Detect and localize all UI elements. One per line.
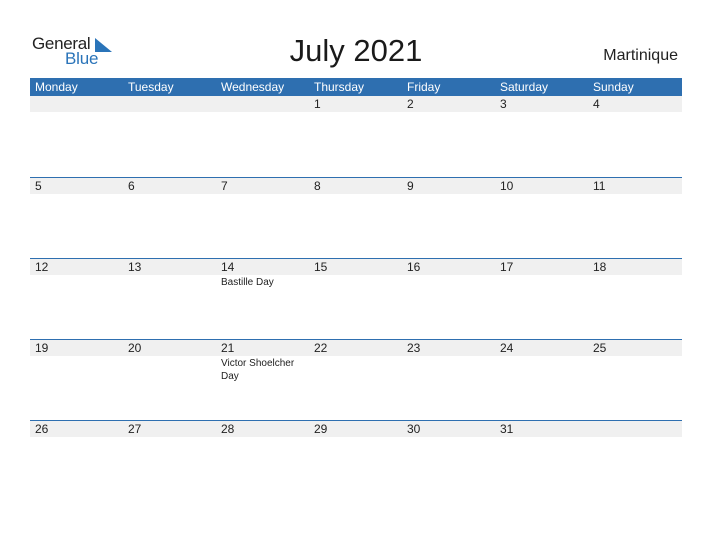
day-number: 29 bbox=[314, 422, 328, 436]
day-cell bbox=[588, 421, 681, 437]
day-cell bbox=[30, 96, 123, 112]
day-cell: 29 bbox=[309, 421, 402, 437]
weekday-header: Monday Tuesday Wednesday Thursday Friday… bbox=[30, 78, 682, 96]
day-number: 6 bbox=[128, 179, 135, 193]
day-number: 5 bbox=[35, 179, 42, 193]
calendar-grid: Monday Tuesday Wednesday Thursday Friday… bbox=[30, 78, 682, 501]
weekday-wednesday: Wednesday bbox=[221, 80, 285, 94]
day-cell: 19 bbox=[30, 340, 123, 383]
day-cell: 16 bbox=[402, 259, 495, 289]
day-number bbox=[35, 96, 123, 112]
day-number: 24 bbox=[500, 341, 514, 355]
holiday-label: Victor Shoelcher Day bbox=[221, 358, 295, 382]
week-row: 1 2 3 4 bbox=[30, 96, 682, 177]
day-number: 18 bbox=[593, 260, 607, 274]
day-cell: 22 bbox=[309, 340, 402, 383]
day-number: 17 bbox=[500, 260, 514, 274]
day-number: 10 bbox=[500, 179, 514, 193]
holiday-label: Bastille Day bbox=[221, 277, 274, 288]
day-number: 3 bbox=[500, 97, 507, 111]
day-cell: 12 bbox=[30, 259, 123, 289]
day-cell: 7 bbox=[216, 178, 309, 194]
day-number bbox=[221, 96, 309, 112]
week-cells: 1 2 3 4 bbox=[30, 96, 682, 112]
day-number: 1 bbox=[314, 97, 321, 111]
week-cells: 26 27 28 29 30 31 bbox=[30, 421, 682, 437]
day-cell: 28 bbox=[216, 421, 309, 437]
day-number: 9 bbox=[407, 179, 414, 193]
week-row: 12 13 14 Bastille Day 15 16 17 18 bbox=[30, 258, 682, 339]
day-number bbox=[593, 421, 681, 437]
day-cell: 5 bbox=[30, 178, 123, 194]
week-cells: 19 20 21 Victor Shoelcher Day 22 23 24 25 bbox=[30, 340, 682, 383]
day-number bbox=[128, 96, 216, 112]
day-number: 28 bbox=[221, 422, 235, 436]
weekday-thursday: Thursday bbox=[314, 80, 365, 94]
day-number: 25 bbox=[593, 341, 607, 355]
day-number: 16 bbox=[407, 260, 421, 274]
day-cell: 17 bbox=[495, 259, 588, 289]
day-number: 20 bbox=[128, 341, 142, 355]
day-number: 11 bbox=[593, 179, 606, 193]
week-cells: 12 13 14 Bastille Day 15 16 17 18 bbox=[30, 259, 682, 289]
week-row: 19 20 21 Victor Shoelcher Day 22 23 24 25 bbox=[30, 339, 682, 420]
day-cell: 11 bbox=[588, 178, 681, 194]
day-cell bbox=[123, 96, 216, 112]
day-number: 27 bbox=[128, 422, 142, 436]
day-number: 22 bbox=[314, 341, 328, 355]
day-cell: 24 bbox=[495, 340, 588, 383]
day-cell: 21 Victor Shoelcher Day bbox=[216, 340, 309, 383]
day-cell: 6 bbox=[123, 178, 216, 194]
weekday-sunday: Sunday bbox=[593, 80, 634, 94]
day-cell: 2 bbox=[402, 96, 495, 112]
day-cell: 10 bbox=[495, 178, 588, 194]
day-number: 19 bbox=[35, 341, 49, 355]
day-number: 23 bbox=[407, 341, 421, 355]
day-number: 13 bbox=[128, 260, 142, 274]
day-cell: 3 bbox=[495, 96, 588, 112]
day-cell: 23 bbox=[402, 340, 495, 383]
day-number: 15 bbox=[314, 260, 328, 274]
week-row: 26 27 28 29 30 31 bbox=[30, 420, 682, 501]
day-cell: 30 bbox=[402, 421, 495, 437]
day-number: 12 bbox=[35, 260, 49, 274]
week-row: 5 6 7 8 9 10 11 bbox=[30, 177, 682, 258]
day-cell: 26 bbox=[30, 421, 123, 437]
day-number: 21 bbox=[221, 341, 235, 355]
day-cell: 4 bbox=[588, 96, 681, 112]
day-cell: 15 bbox=[309, 259, 402, 289]
country-label: Martinique bbox=[603, 47, 678, 64]
day-cell bbox=[216, 96, 309, 112]
day-cell: 27 bbox=[123, 421, 216, 437]
week-cells: 5 6 7 8 9 10 11 bbox=[30, 178, 682, 194]
weeks-container: 1 2 3 4 5 6 7 8 9 10 11 12 13 14 Bastille Day 15 16 17 18 1… bbox=[30, 96, 682, 501]
day-cell: 31 bbox=[495, 421, 588, 437]
day-number: 7 bbox=[221, 179, 228, 193]
day-cell: 20 bbox=[123, 340, 216, 383]
weekday-tuesday: Tuesday bbox=[128, 80, 174, 94]
weekday-friday: Friday bbox=[407, 80, 441, 94]
day-cell: 18 bbox=[588, 259, 681, 289]
day-cell: 14 Bastille Day bbox=[216, 259, 309, 289]
day-number: 8 bbox=[314, 179, 321, 193]
day-cell: 25 bbox=[588, 340, 681, 383]
day-number: 26 bbox=[35, 422, 49, 436]
day-number: 4 bbox=[593, 97, 600, 111]
day-number: 14 bbox=[221, 260, 235, 274]
day-cell: 1 bbox=[309, 96, 402, 112]
day-number: 2 bbox=[407, 97, 414, 111]
day-number: 31 bbox=[500, 422, 514, 436]
day-cell: 9 bbox=[402, 178, 495, 194]
day-cell: 13 bbox=[123, 259, 216, 289]
weekday-saturday: Saturday bbox=[500, 80, 549, 94]
day-number: 30 bbox=[407, 422, 421, 436]
day-cell: 8 bbox=[309, 178, 402, 194]
weekday-monday: Monday bbox=[35, 80, 78, 94]
